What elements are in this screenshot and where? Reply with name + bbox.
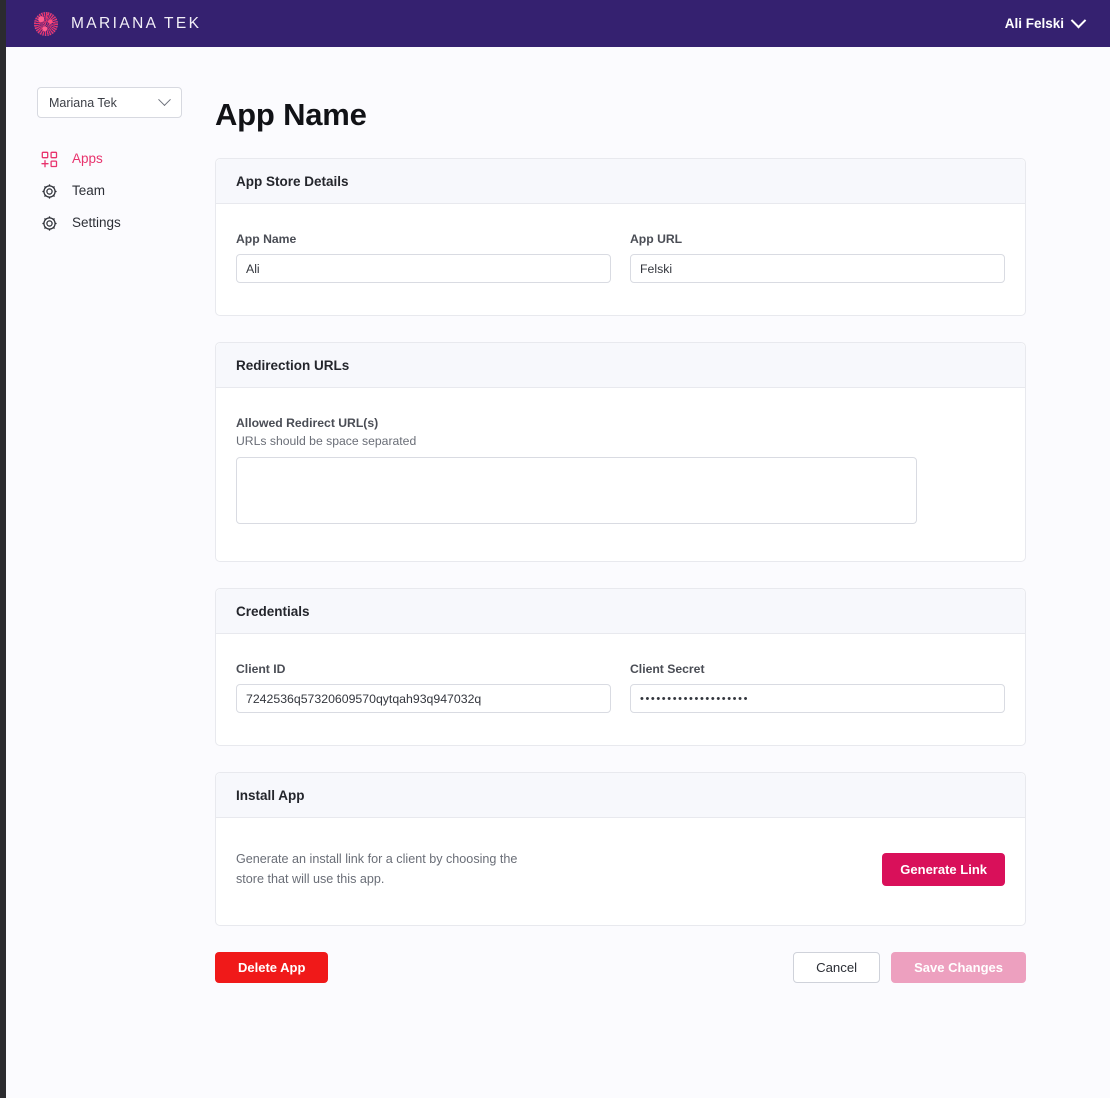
main-content: App Name App Store Details App Name App … [213, 87, 1110, 1023]
field-label: App Name [236, 232, 297, 246]
sidebar-item-settings[interactable]: Settings [37, 207, 213, 239]
card-body: Allowed Redirect URL(s) URLs should be s… [216, 388, 1025, 561]
sidebar: Mariana Tek Apps Team Settings [37, 87, 213, 239]
sidebar-item-label: Settings [72, 215, 121, 231]
allowed-redirect-urls-textarea[interactable] [236, 457, 917, 524]
card-body: Client ID Client Secret [216, 634, 1025, 745]
app-name-input[interactable] [236, 254, 611, 283]
install-row: Generate an install link for a client by… [236, 846, 1005, 893]
sidebar-item-apps[interactable]: Apps [37, 143, 213, 175]
card-title: App Store Details [216, 159, 1025, 204]
card-title: Credentials [216, 589, 1025, 634]
org-select-value: Mariana Tek [49, 95, 117, 110]
field-client-secret: Client Secret [630, 662, 1005, 713]
field-label: Client ID [236, 662, 286, 676]
field-label: Client Secret [630, 662, 705, 676]
brand-name: MARIANA TEK [71, 14, 202, 32]
field-row: App Name App URL [236, 232, 1005, 283]
cancel-button[interactable]: Cancel [793, 952, 881, 984]
field-allowed-redirect-urls: Allowed Redirect URL(s) URLs should be s… [236, 416, 1005, 529]
user-menu-label: Ali Felski [1004, 16, 1064, 31]
footer-right-actions: Cancel Save Changes [793, 952, 1026, 984]
window-left-edge [0, 0, 6, 1098]
page-body: Mariana Tek Apps Team Settings App Name … [6, 47, 1110, 1023]
field-label: App URL [630, 232, 683, 246]
card-body: Generate an install link for a client by… [216, 818, 1025, 925]
card-credentials: Credentials Client ID Client Secret [215, 588, 1026, 746]
client-secret-input[interactable] [630, 684, 1005, 713]
field-app-name: App Name [236, 232, 611, 283]
top-bar: MARIANA TEK Ali Felski [6, 0, 1110, 47]
delete-app-button[interactable]: Delete App [215, 952, 329, 984]
card-title: Redirection URLs [216, 343, 1025, 388]
field-client-id: Client ID [236, 662, 611, 713]
sidebar-item-label: Apps [72, 151, 103, 167]
chevron-down-icon [158, 93, 171, 107]
card-body: App Name App URL [216, 204, 1025, 315]
gear-icon [41, 215, 58, 232]
client-id-input[interactable] [236, 684, 611, 713]
generate-link-button[interactable]: Generate Link [882, 853, 1005, 887]
mariana-tek-logo-icon [34, 11, 58, 36]
page-title: App Name [215, 97, 367, 132]
apps-grid-plus-icon [41, 151, 58, 168]
sidebar-item-label: Team [72, 183, 106, 199]
card-app-store-details: App Store Details App Name App URL [215, 158, 1026, 316]
user-menu[interactable]: Ali Felski [1004, 12, 1087, 31]
install-description: Generate an install link for a client by… [236, 852, 518, 886]
app-page: MARIANA TEK Ali Felski Mariana Tek Apps … [6, 0, 1110, 1098]
field-label: Allowed Redirect URL(s) [236, 416, 379, 430]
card-install-app: Install App Generate an install link for… [215, 772, 1026, 927]
app-url-input[interactable] [630, 254, 1005, 283]
org-select[interactable]: Mariana Tek [37, 87, 182, 118]
sidebar-item-team[interactable]: Team [37, 175, 213, 207]
field-help-text: URLs should be space separated [236, 434, 417, 448]
footer-actions: Delete App Cancel Save Changes [215, 952, 1026, 984]
field-app-url: App URL [630, 232, 1005, 283]
save-changes-button[interactable]: Save Changes [891, 952, 1026, 984]
gear-icon [41, 183, 58, 200]
field-row: Client ID Client Secret [236, 662, 1005, 713]
card-redirection-urls: Redirection URLs Allowed Redirect URL(s)… [215, 342, 1026, 562]
sidebar-nav: Apps Team Settings [37, 143, 213, 239]
chevron-down-icon [1070, 12, 1087, 29]
card-title: Install App [216, 773, 1025, 818]
brand[interactable]: MARIANA TEK [34, 11, 202, 36]
